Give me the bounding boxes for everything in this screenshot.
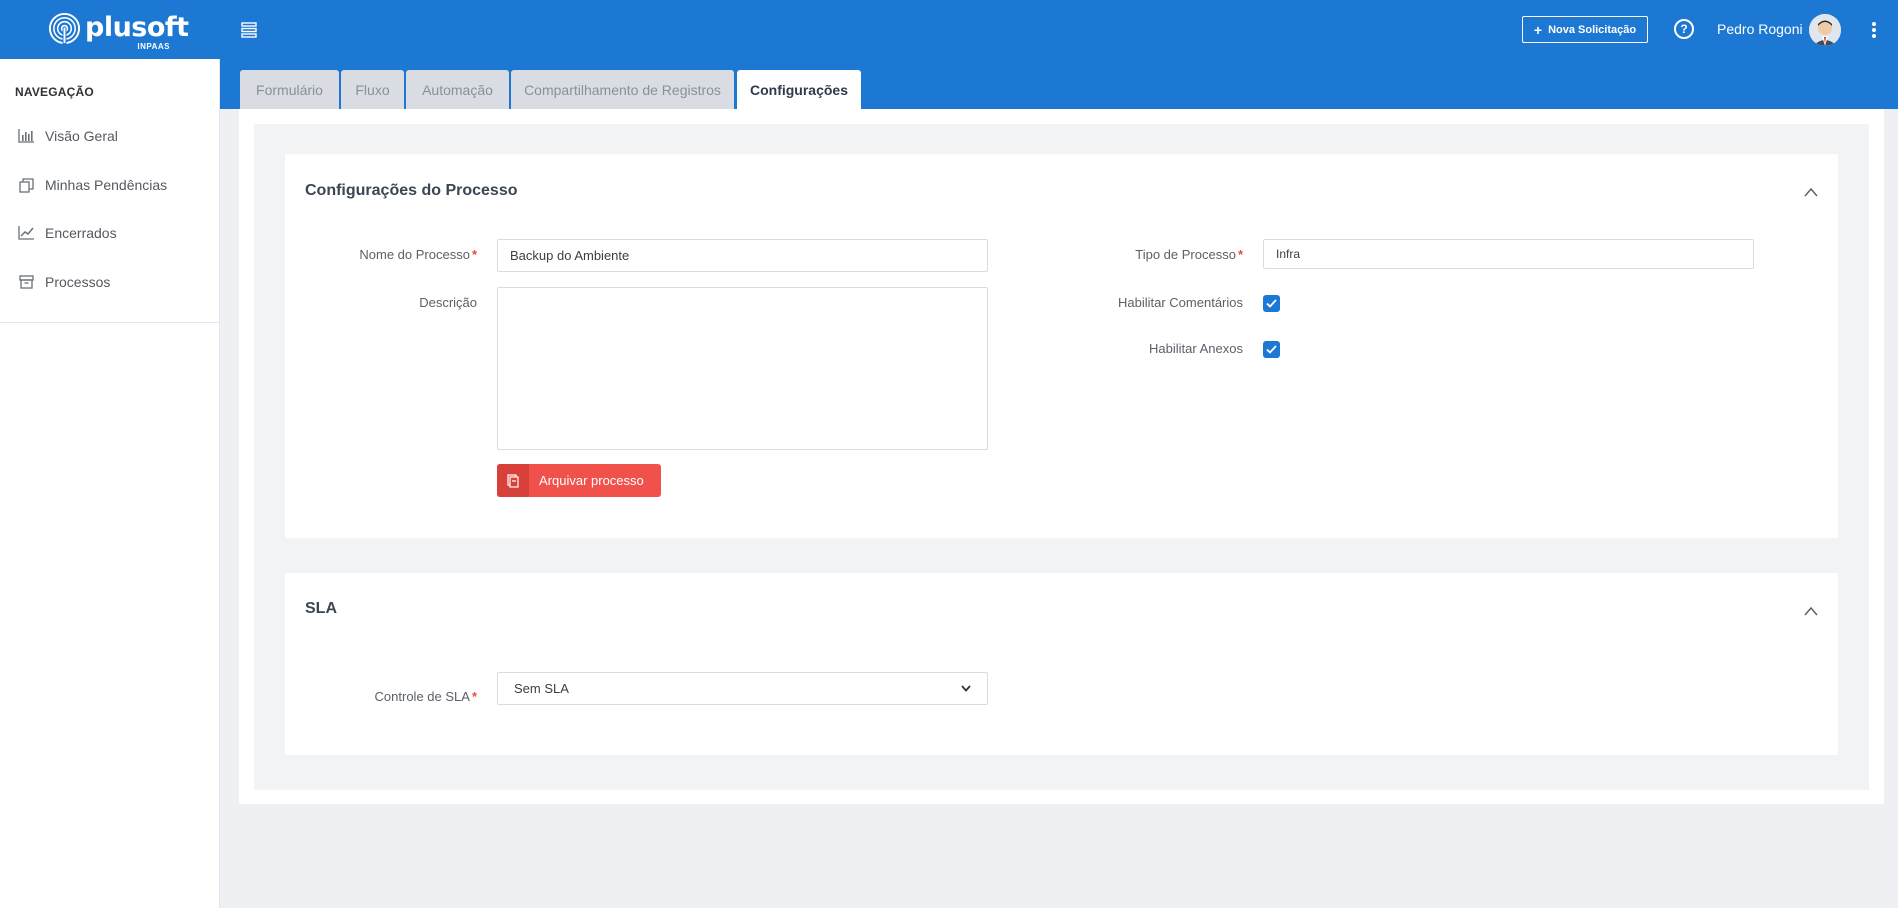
line-chart-icon [17,225,35,241]
bar-chart-icon [17,128,35,144]
sidebar: NAVEGAÇÃO Visão Geral Minhas Pendências … [0,59,220,908]
panel-title: SLA [305,600,337,617]
process-type-value: Infra [1276,247,1301,261]
tab-label: Formulário [256,81,323,98]
tab-label: Automação [422,81,493,98]
required-marker: * [471,689,477,704]
tab-compartilhamento[interactable]: Compartilhamento de Registros [511,70,734,109]
archive-icon [17,274,35,290]
enable-comments-checkbox[interactable] [1263,295,1280,312]
enable-comments-label: Habilitar Comentários [1118,295,1243,310]
plusoft-logo[interactable]: plusoft INPAAS [48,12,189,52]
archive-button-label: Arquivar processo [539,473,644,488]
tab-label: Configurações [749,82,848,98]
chevron-down-icon [961,685,971,692]
sidebar-item-label: Minhas Pendências [45,177,168,193]
plus-icon: + [1533,21,1543,38]
user-avatar-icon [1809,14,1841,46]
sidebar-item-visao-geral[interactable]: Visão Geral [0,116,220,156]
top-bar: plusoft INPAAS + Nova Solicitação ? Pedr… [0,0,1898,59]
sidebar-item-encerrados[interactable]: Encerrados [0,213,220,253]
tab-automacao[interactable]: Automação [406,70,509,109]
sidebar-item-label: Encerrados [45,225,117,241]
process-type-label: Tipo de Processo * [1050,247,1243,262]
chevron-up-icon[interactable] [1804,606,1818,616]
user-name[interactable]: Pedro Rogoni [1717,21,1803,37]
sidebar-item-label: Processos [45,274,111,290]
tab-fluxo[interactable]: Fluxo [341,70,404,109]
sidebar-divider [0,322,220,323]
process-name-label-text: Nome do Processo [359,247,470,262]
menu-toggle-icon[interactable] [240,21,260,39]
process-name-input[interactable]: Backup do Ambiente [497,239,988,272]
description-label: Descrição [419,295,477,310]
avatar[interactable] [1809,14,1841,46]
help-icon[interactable]: ? [1674,19,1694,39]
new-request-label: Nova Solicitação [1548,23,1637,36]
sla-control-label-text: Controle de SLA [374,689,470,704]
required-marker: * [471,247,477,262]
sidebar-title: NAVEGAÇÃO [15,85,94,99]
check-icon [1266,299,1277,308]
sla-control-label: Controle de SLA * [300,689,477,704]
archive-box-icon [497,464,529,497]
process-type-label-text: Tipo de Processo [1135,247,1236,262]
more-options-icon[interactable] [1870,21,1878,39]
logo-text: plusoft [85,12,189,43]
new-request-button[interactable]: + Nova Solicitação [1522,16,1648,43]
fingerprint-logo-icon [48,12,81,45]
tab-label: Fluxo [355,81,390,98]
enable-attachments-label: Habilitar Anexos [1149,341,1243,356]
sidebar-item-label: Visão Geral [45,128,118,144]
required-marker: * [1237,247,1243,262]
copy-icon [17,177,35,193]
sla-control-value: Sem SLA [514,681,569,696]
check-icon [1266,345,1277,354]
process-name-label: Nome do Processo * [300,247,477,262]
process-name-value: Backup do Ambiente [510,248,630,263]
tab-formulario[interactable]: Formulário [240,70,339,109]
panel-title: Configurações do Processo [305,182,518,199]
archive-process-button[interactable]: Arquivar processo [497,464,661,497]
logo-subtext: INPAAS [137,42,170,51]
chevron-up-icon[interactable] [1804,187,1818,197]
sidebar-item-minhas-pendencias[interactable]: Minhas Pendências [0,165,220,205]
sla-panel: SLA [285,573,1838,755]
tab-label: Compartilhamento de Registros [524,81,721,98]
tab-configuracoes[interactable]: Configurações [737,70,861,110]
enable-attachments-checkbox[interactable] [1263,341,1280,358]
description-textarea[interactable] [497,287,988,450]
process-type-input[interactable]: Infra [1263,239,1754,269]
sidebar-item-processos[interactable]: Processos [0,262,220,302]
sla-control-select[interactable]: Sem SLA [497,672,988,705]
